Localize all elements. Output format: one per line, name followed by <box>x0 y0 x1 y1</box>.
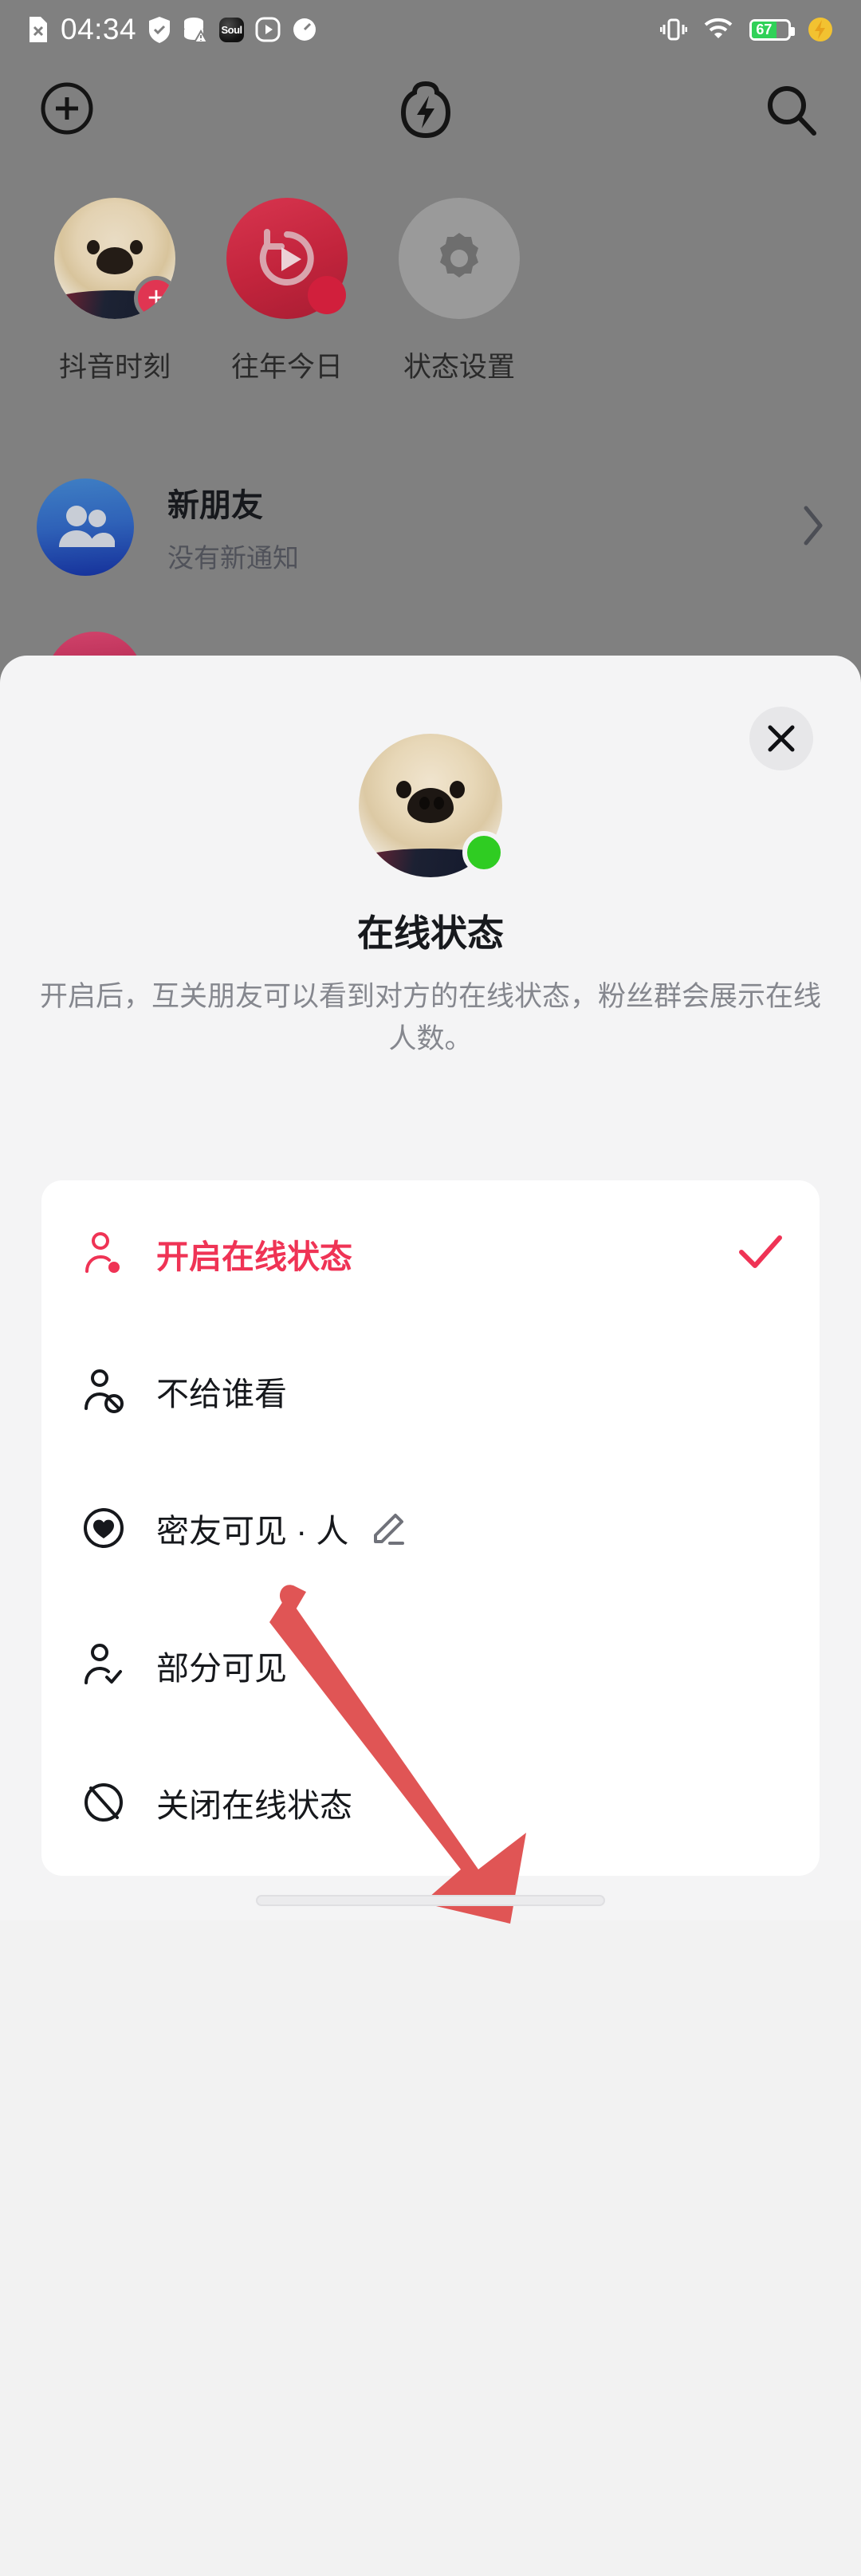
options-card: 开启在线状态 不给谁看 密友可见 · 人 部分可见 关闭在线状态 <box>41 1180 820 1876</box>
sheet-description: 开启后，互关朋友可以看到对方的在线状态，粉丝群会展示在线人数。 <box>39 981 821 1054</box>
avatar-with-plus-badge[interactable]: + <box>54 198 175 319</box>
heart-circle-icon <box>78 1507 129 1550</box>
option-hide-from-who[interactable]: 不给谁看 <box>41 1322 820 1459</box>
shortcut-status-settings[interactable]: 状态设置 <box>373 198 545 385</box>
pencil-edit-icon[interactable] <box>369 1508 409 1548</box>
option-label: 开启在线状态 <box>156 1239 352 1275</box>
database-warning-icon <box>183 16 209 43</box>
chevron-right-icon <box>802 505 824 550</box>
speedometer-icon <box>292 17 317 42</box>
status-bar-clock: 04:34 <box>61 13 137 45</box>
shortcut-douyin-moment[interactable]: + 抖音时刻 <box>29 198 201 385</box>
slash-circle-icon <box>78 1781 129 1824</box>
person-block-icon <box>78 1369 129 1413</box>
app-toolbar <box>0 73 861 161</box>
online-green-dot <box>462 831 505 874</box>
play-circle-icon <box>255 17 281 42</box>
vibrate-icon <box>660 18 687 41</box>
status-bar-left: 04:34 Soul <box>27 13 317 46</box>
option-close-friends-visible[interactable]: 密友可见 · 人 <box>41 1459 820 1597</box>
option-partially-visible[interactable]: 部分可见 <box>41 1597 820 1734</box>
person-online-icon <box>78 1231 129 1276</box>
option-enable-online-status[interactable]: 开启在线状态 <box>41 1185 820 1322</box>
home-indicator <box>256 1895 605 1906</box>
battery-icon: 67 <box>749 18 795 41</box>
plus-badge: + <box>134 276 175 319</box>
people-group-icon <box>37 479 134 576</box>
option-label: 关闭在线状态 <box>156 1787 352 1824</box>
close-icon[interactable] <box>749 707 813 770</box>
notification-dot <box>308 276 346 314</box>
person-check-icon <box>78 1643 129 1688</box>
check-icon <box>738 1234 783 1274</box>
plus-circle-icon[interactable] <box>40 81 94 140</box>
new-friends-title: 新朋友 <box>167 488 263 523</box>
shortcut-label: 抖音时刻 <box>58 352 171 383</box>
new-friends-text: 新朋友 没有新通知 <box>167 479 299 575</box>
shortcuts-row: + 抖音时刻 往年今日 状态设置 <box>0 198 861 385</box>
charging-bolt-icon <box>807 16 834 43</box>
file-x-icon <box>27 16 49 43</box>
shortcut-label: 状态设置 <box>403 352 515 383</box>
status-bar-right: 67 <box>660 16 834 43</box>
new-friends-subtitle: 没有新通知 <box>167 543 299 573</box>
soul-app-icon: Soul <box>219 17 245 42</box>
option-disable-online-status[interactable]: 关闭在线状态 <box>41 1734 820 1871</box>
wifi-icon <box>703 18 733 41</box>
shortcut-on-this-day[interactable]: 往年今日 <box>201 198 373 385</box>
shield-check-icon <box>147 16 171 43</box>
option-label: 不给谁看 <box>156 1376 287 1412</box>
option-label: 部分可见 <box>156 1650 287 1687</box>
battery-percent: 67 <box>756 22 773 37</box>
online-status-bottom-sheet: 在线状态 开启后，互关朋友可以看到对方的在线状态，粉丝群会展示在线人数。 开启在… <box>0 656 861 1924</box>
search-icon[interactable] <box>764 83 820 143</box>
history-play-icon[interactable] <box>226 198 348 319</box>
status-bar: 04:34 Soul 67 <box>0 0 861 59</box>
new-friends-row[interactable]: 新朋友 没有新通知 <box>0 453 861 601</box>
flash-lightning-icon[interactable] <box>395 78 456 146</box>
page-title: 在线状态 <box>357 912 504 954</box>
avatar <box>359 734 505 877</box>
gear-icon[interactable] <box>399 198 520 319</box>
shortcut-label: 往年今日 <box>230 352 343 383</box>
option-label: 密友可见 · 人 <box>156 1513 349 1550</box>
